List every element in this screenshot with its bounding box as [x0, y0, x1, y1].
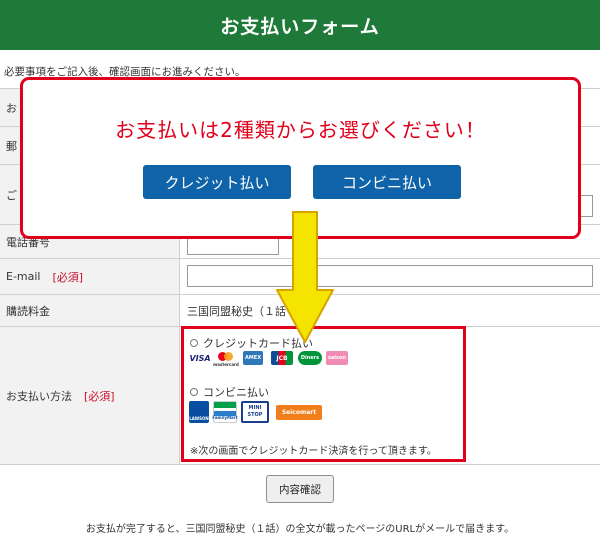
- payment-method-label: お支払い方法: [6, 389, 72, 403]
- popup-message: お支払いは2種類からお選びください！: [115, 118, 486, 142]
- convenience-radio[interactable]: [190, 388, 198, 396]
- ministop-logo: MINI STOP: [241, 401, 269, 423]
- confirm-button[interactable]: 内容確認: [266, 475, 334, 503]
- amex-logo: AMEX: [243, 351, 263, 365]
- visa-logo: VISA: [188, 351, 212, 365]
- row-label: お支払い方法 [必須]: [0, 327, 180, 464]
- lawson-logo: LAWSON: [189, 401, 209, 423]
- required-badge: [必須]: [84, 389, 115, 403]
- convenience-option[interactable]: コンビニ払い: [190, 384, 269, 400]
- convenience-payment-button[interactable]: コンビニ払い: [313, 165, 461, 199]
- saison-logo: saison: [326, 351, 348, 365]
- payment-method-options: クレジットカード払い VISA mastercard AMEX JCB Dine…: [181, 326, 466, 462]
- down-arrow-icon: [276, 211, 334, 343]
- familymart-logo: FamilyMart: [212, 401, 238, 423]
- row-label: E-mail [必須]: [0, 259, 180, 294]
- credit-payment-button[interactable]: クレジット払い: [143, 165, 291, 199]
- footer-text: お支払が完了すると、三国同盟秘史（１話）の全文が載ったページのURLがメールで届…: [85, 524, 515, 535]
- email-label: E-mail: [6, 270, 41, 283]
- page-header: お支払いフォーム: [0, 0, 600, 50]
- email-input[interactable]: [187, 265, 593, 287]
- price-value: 三国同盟秘史（１話: [187, 304, 286, 318]
- diners-logo: Diners: [298, 351, 322, 365]
- convenience-label: コンビニ払い: [203, 386, 269, 399]
- jcb-logo: JCB: [271, 351, 293, 365]
- required-badge: [必須]: [52, 270, 84, 284]
- seicomart-logo: Seicomart: [276, 405, 322, 420]
- mastercard-logo: mastercard: [213, 351, 239, 367]
- payment-note: ※次の画面でクレジットカード決済を行って頂きます。: [190, 446, 437, 457]
- row-label: 購読料金: [0, 295, 180, 326]
- credit-card-radio[interactable]: [190, 339, 198, 347]
- page-title: お支払いフォーム: [220, 15, 380, 38]
